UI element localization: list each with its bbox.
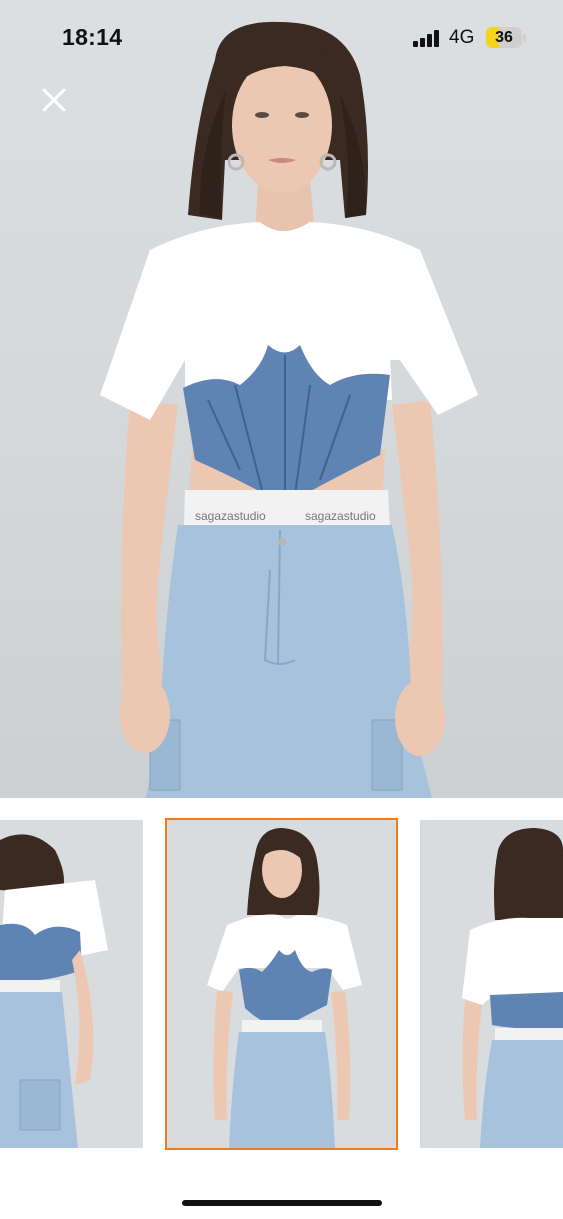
battery-tip [523,34,526,42]
thumbnail-2-selected[interactable] [165,818,398,1150]
network-type: 4G [449,27,475,48]
cellular-signal-icon [413,30,440,47]
close-icon [42,88,66,112]
battery-level: 36 [495,29,513,46]
status-time: 18:14 [62,24,123,50]
thumbnail-2-photo [167,820,396,1148]
thumbnail-1-photo [0,820,143,1148]
thumbnail-1[interactable] [0,820,143,1148]
waistband-logo-right: sagazastudio [305,509,376,523]
waistband-logo-left: sagazastudio [195,509,266,523]
battery-icon: 36 [486,27,522,48]
status-bar: 18:14 4G 36 [0,0,563,76]
model-photo: sagazastudio sagazastudio [100,21,478,798]
thumbnail-3[interactable] [420,820,563,1148]
thumbnail-strip [0,818,563,1150]
thumbnail-3-photo [420,820,563,1148]
home-indicator[interactable] [182,1200,382,1206]
product-main-image[interactable]: sagazastudio sagazastudio [0,0,563,798]
close-button[interactable] [38,84,70,116]
